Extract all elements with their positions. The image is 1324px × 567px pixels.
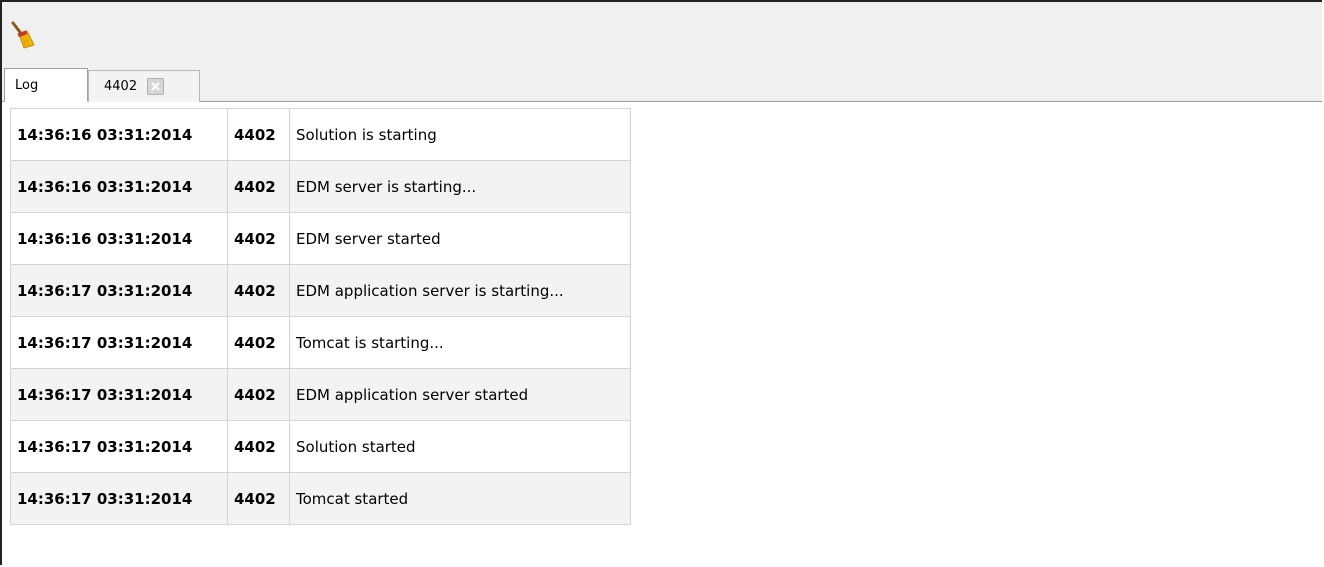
log-row: 14:36:16 03:31:2014 4402 Solution is start… <box>10 108 631 161</box>
log-timestamp: 14:36:16 03:31:2014 <box>10 108 228 161</box>
log-row: 14:36:17 03:31:2014 4402 Tomcat started <box>10 472 631 525</box>
log-pid: 4402 <box>227 160 290 213</box>
log-message: EDM server started <box>289 212 631 265</box>
log-message: Solution started <box>289 420 631 473</box>
toolbar <box>2 2 1322 68</box>
close-icon[interactable] <box>147 78 165 95</box>
log-timestamp: 14:36:16 03:31:2014 <box>10 212 228 265</box>
log-row: 14:36:17 03:31:2014 4402 Solution started <box>10 420 631 473</box>
log-pid: 4402 <box>227 472 290 525</box>
log-timestamp: 14:36:16 03:31:2014 <box>10 160 228 213</box>
log-message: Tomcat is starting... <box>289 316 631 369</box>
log-table: 14:36:16 03:31:2014 4402 Solution is start… <box>10 108 631 525</box>
log-message: EDM server is starting... <box>289 160 631 213</box>
tab-4402[interactable]: 4402 <box>88 70 200 102</box>
log-message: Solution is starting <box>289 108 631 161</box>
log-pid: 4402 <box>227 212 290 265</box>
log-window: Log 4402 14:36:16 03:31:2014 4402 Solution… <box>0 0 1322 565</box>
log-pid: 4402 <box>227 420 290 473</box>
log-pid: 4402 <box>227 368 290 421</box>
log-timestamp: 14:36:17 03:31:2014 <box>10 264 228 317</box>
tab-4402-label: 4402 <box>104 79 138 94</box>
tab-log-label: Log <box>15 77 39 93</box>
tab-bar: Log 4402 <box>2 68 1322 102</box>
log-pid: 4402 <box>227 264 290 317</box>
log-timestamp: 14:36:17 03:31:2014 <box>10 368 228 421</box>
tab-log[interactable]: Log <box>4 68 88 102</box>
log-pid: 4402 <box>227 108 290 161</box>
log-timestamp: 14:36:17 03:31:2014 <box>10 316 228 369</box>
log-message: EDM application server started <box>289 368 631 421</box>
log-row: 14:36:17 03:31:2014 4402 Tomcat is startin… <box>10 316 631 369</box>
log-row: 14:36:16 03:31:2014 4402 EDM server starte… <box>10 212 631 265</box>
log-pid: 4402 <box>227 316 290 369</box>
broom-icon[interactable] <box>10 21 36 51</box>
log-panel: 14:36:16 03:31:2014 4402 Solution is start… <box>2 102 1322 565</box>
log-timestamp: 14:36:17 03:31:2014 <box>10 472 228 525</box>
log-message: Tomcat started <box>289 472 631 525</box>
log-timestamp: 14:36:17 03:31:2014 <box>10 420 228 473</box>
log-row: 14:36:17 03:31:2014 4402 EDM application s… <box>10 368 631 421</box>
log-row: 14:36:16 03:31:2014 4402 EDM server is sta… <box>10 160 631 213</box>
log-message: EDM application server is starting... <box>289 264 631 317</box>
log-row: 14:36:17 03:31:2014 4402 EDM application s… <box>10 264 631 317</box>
